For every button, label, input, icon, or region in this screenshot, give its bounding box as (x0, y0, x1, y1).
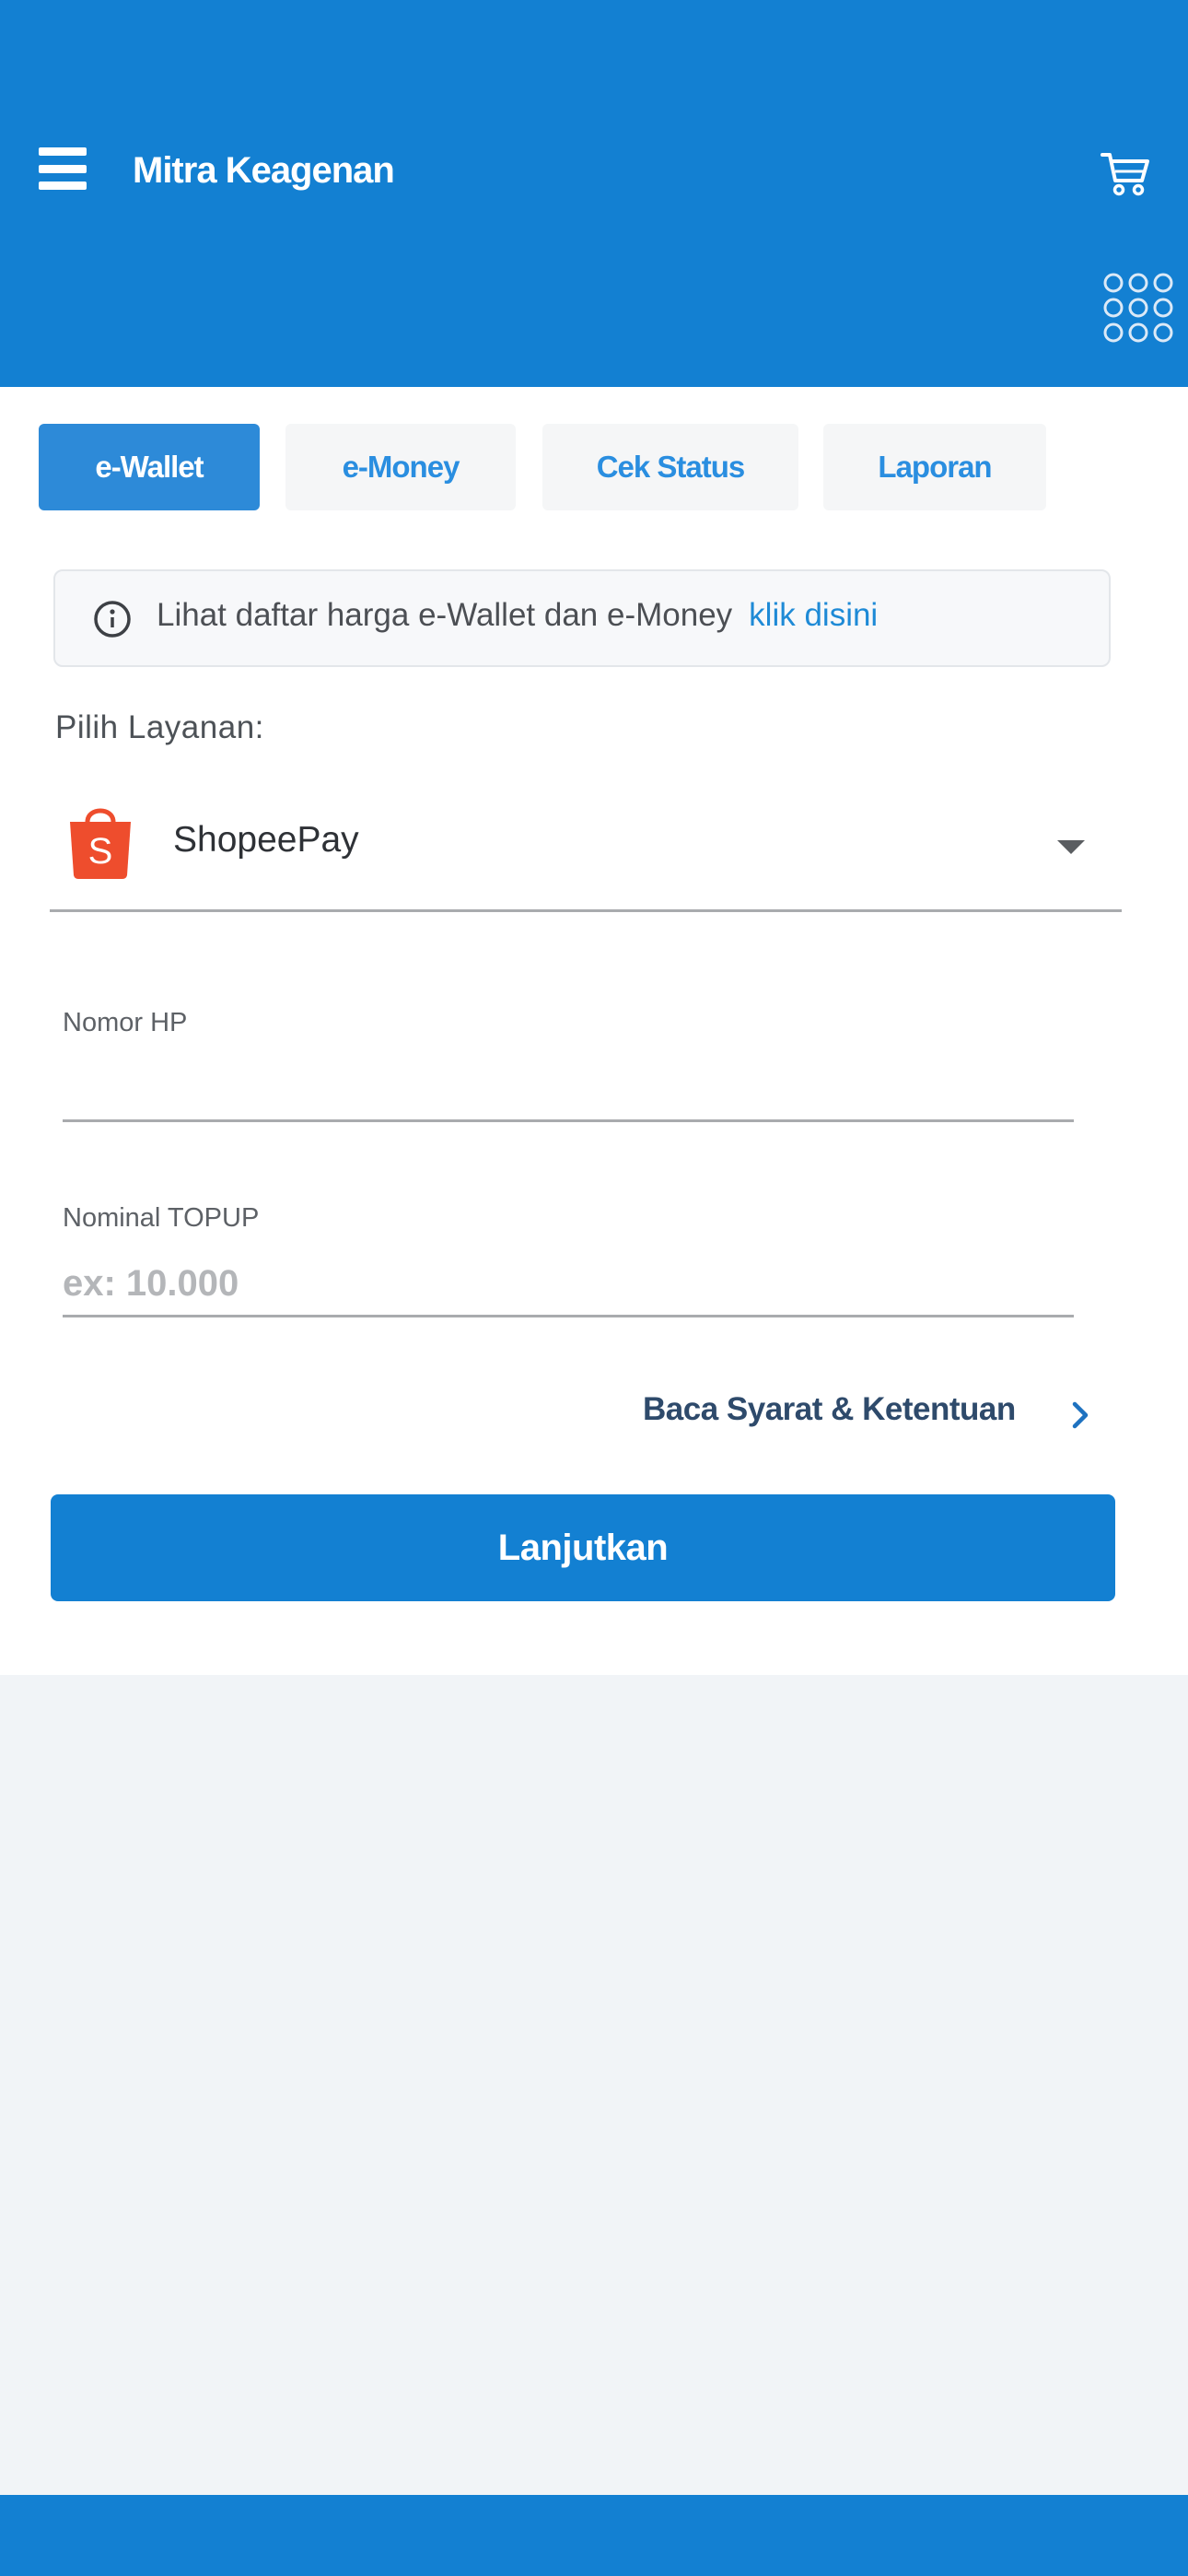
grid-dots-icon[interactable] (1101, 271, 1175, 345)
phone-input[interactable] (63, 1058, 1074, 1122)
selected-service: ShopeePay (173, 820, 359, 860)
continue-button[interactable]: Lanjutkan (51, 1494, 1115, 1601)
service-label: Pilih Layanan: (55, 709, 264, 745)
info-icon (94, 601, 131, 638)
topup-form-card: e-Wallet e-Money Cek Status Laporan Liha… (0, 387, 1188, 1675)
hamburger-menu-icon[interactable] (39, 147, 87, 190)
notice-text: Lihat daftar harga e-Wallet dan e-Money (157, 597, 733, 633)
svg-text:S: S (88, 831, 113, 872)
shopping-cart-icon[interactable] (1100, 147, 1151, 199)
tab-e-money[interactable]: e-Money (285, 424, 516, 510)
page-title: Mitra Keagenan (133, 150, 395, 191)
dropdown-arrow-icon[interactable] (1057, 840, 1085, 854)
shopee-bag-icon: S (70, 808, 131, 879)
terms-link[interactable]: Baca Syarat & Ketentuan (643, 1391, 1016, 1428)
bottom-bar (0, 2495, 1188, 2576)
app-header: Mitra Keagenan (0, 0, 1188, 387)
topup-label: Nominal TOPUP (63, 1203, 260, 1233)
topup-amount-input[interactable] (63, 1253, 1074, 1317)
service-select[interactable]: S ShopeePay (50, 783, 1122, 912)
price-list-link[interactable]: klik disini (749, 597, 878, 633)
tab-laporan[interactable]: Laporan (823, 424, 1046, 510)
price-list-notice: Lihat daftar harga e-Wallet dan e-Money k… (53, 569, 1111, 667)
tab-e-wallet[interactable]: e-Wallet (39, 424, 260, 510)
tab-cek-status[interactable]: Cek Status (542, 424, 798, 510)
phone-label: Nomor HP (63, 1008, 188, 1037)
chevron-right-icon[interactable] (1066, 1399, 1094, 1432)
